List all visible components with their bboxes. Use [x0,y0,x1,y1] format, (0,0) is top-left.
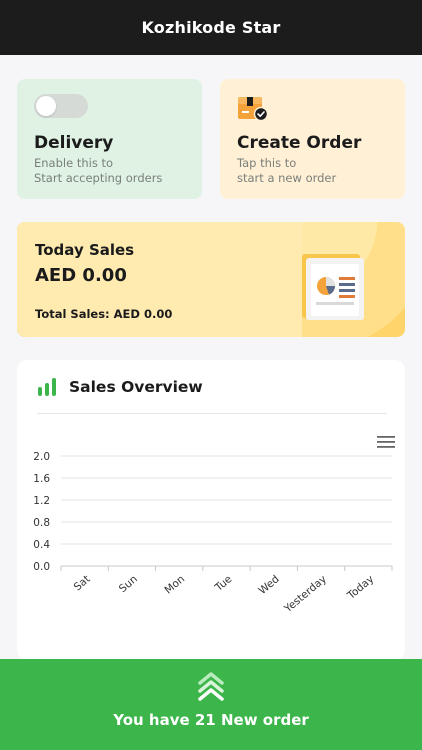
create-desc-line1: Tap this to [237,156,297,170]
create-desc-line2: start a new order [237,171,337,185]
today-sales-label: Today Sales [35,241,135,259]
today-sales-amount: AED 0.00 [35,265,127,286]
delivery-card[interactable]: Delivery Enable this to Start accepting … [17,79,202,199]
x-tick-label: Sun [117,573,140,595]
x-tick-label: Wed [256,573,281,597]
new-orders-banner[interactable]: You have 21 New order [0,659,422,750]
y-tick-label: 1.6 [33,473,50,485]
page-title: Kozhikode Star [141,18,281,37]
double-chevron-up-icon [198,672,224,701]
app-header: Kozhikode Star [0,0,422,55]
x-tick-label: Mon [162,573,187,596]
sales-overview-title: Sales Overview [69,378,203,396]
y-tick-label: 1.2 [33,495,50,507]
y-tick-label: 0.8 [33,517,50,529]
x-tick-label: Today [345,573,377,602]
delivery-toggle[interactable] [34,94,88,118]
create-order-title: Create Order [237,133,362,153]
total-sales: Total Sales: AED 0.00 [35,307,173,321]
x-tick-label: Tue [212,573,234,594]
y-tick-label: 2.0 [33,451,50,463]
report-chart-icon [302,254,364,320]
create-order-description: Tap this to start a new order [237,156,402,186]
x-tick-label: Sat [72,573,93,593]
delivery-description: Enable this to Start accepting orders [34,156,199,186]
divider [37,413,387,414]
new-orders-text: You have 21 New order [113,711,309,729]
create-order-card[interactable]: Create Order Tap this to start a new ord… [220,79,405,199]
delivery-title: Delivery [34,133,114,153]
bar-chart-icon [38,378,56,396]
sales-overview-chart: 2.0 1.6 1.2 0.8 0.4 0.0 Sat Sun Mon Tue Wed Yesterd… [33,451,393,615]
x-tick-label: Yesterday [281,573,329,615]
delivery-desc-line2: Start accepting orders [34,171,163,185]
toggle-knob [36,96,56,116]
delivery-desc-line1: Enable this to [34,156,114,170]
today-sales-card[interactable]: Today Sales AED 0.00 Total Sales: AED 0.… [17,222,405,337]
package-check-icon [238,97,269,122]
y-tick-label: 0.0 [33,561,50,573]
y-tick-label: 0.4 [33,539,50,551]
sales-overview-card: Sales Overview 2.0 1.6 1.2 0.8 0.4 0.0 Sat Sun M… [17,360,405,660]
